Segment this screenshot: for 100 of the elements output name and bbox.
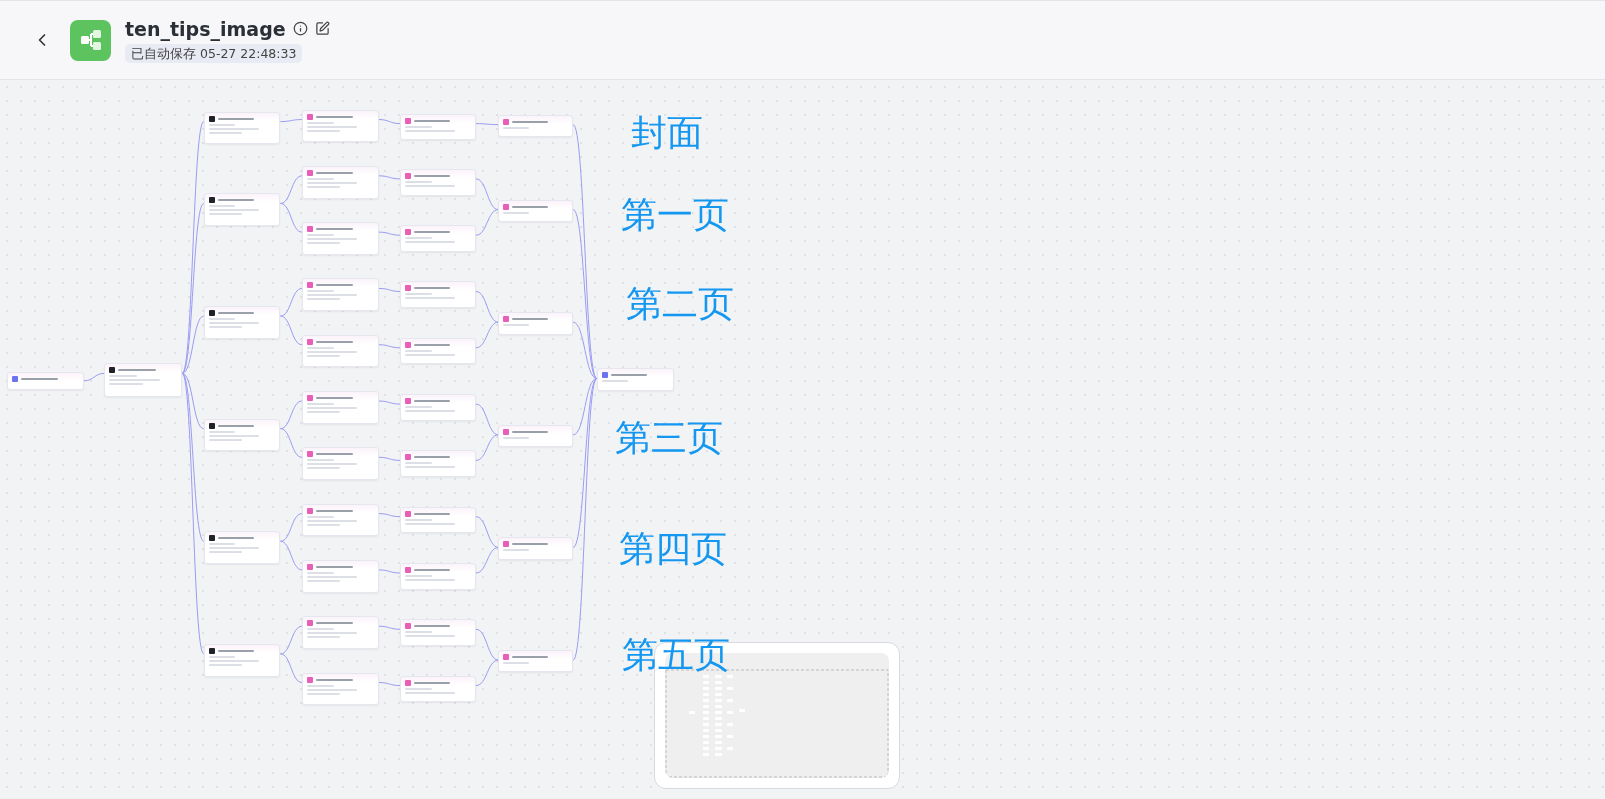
workflow-node[interactable] xyxy=(400,450,476,477)
workflow-node[interactable] xyxy=(301,616,379,649)
workflow-node[interactable] xyxy=(301,447,379,481)
workflow-node[interactable] xyxy=(498,649,574,673)
workflow-node[interactable] xyxy=(596,368,674,391)
workflow-node[interactable] xyxy=(400,675,476,703)
connector-line xyxy=(279,540,303,571)
node-type-icon xyxy=(306,676,313,683)
connector-line xyxy=(475,178,499,211)
workflow-node[interactable] xyxy=(498,114,574,138)
connector-line xyxy=(378,175,401,180)
workflow-node[interactable] xyxy=(498,537,574,560)
connector-line xyxy=(279,119,303,123)
node-type-icon xyxy=(503,428,510,435)
node-type-icon xyxy=(405,510,412,517)
edit-icon[interactable] xyxy=(314,21,330,36)
workflow-node[interactable] xyxy=(498,424,574,448)
connector-line xyxy=(378,287,401,292)
workflow-node[interactable] xyxy=(104,363,183,398)
node-type-icon xyxy=(208,535,215,542)
workflow-node[interactable] xyxy=(400,225,476,252)
connector-line xyxy=(378,569,401,574)
workflow-node[interactable] xyxy=(301,503,379,537)
connector-line xyxy=(378,344,401,349)
node-type-icon xyxy=(503,118,510,125)
workflow-node[interactable] xyxy=(498,199,574,223)
workflow-node[interactable] xyxy=(301,672,379,706)
info-icon[interactable] xyxy=(292,21,308,36)
workflow-node[interactable] xyxy=(301,559,379,593)
node-type-icon xyxy=(503,203,510,210)
workflow-title: ten_tips_image xyxy=(125,17,286,40)
node-type-icon xyxy=(503,316,510,323)
node-type-icon xyxy=(405,172,412,179)
node-type-icon xyxy=(208,115,215,122)
workflow-node[interactable] xyxy=(400,619,476,646)
workflow-node[interactable] xyxy=(301,222,379,255)
node-type-icon xyxy=(306,169,313,176)
node-type-icon xyxy=(405,229,412,236)
node-type-icon xyxy=(208,422,215,429)
node-type-icon xyxy=(208,310,215,317)
workflow-node[interactable] xyxy=(301,391,379,424)
node-type-icon xyxy=(601,372,608,379)
workflow-node[interactable] xyxy=(400,168,476,196)
node-type-icon xyxy=(12,375,19,382)
workflow-node[interactable] xyxy=(301,278,379,312)
workflow-node[interactable] xyxy=(400,113,476,141)
workflow-node[interactable] xyxy=(301,109,379,143)
workflow-node[interactable] xyxy=(203,418,281,452)
connector-line xyxy=(279,653,303,683)
workflow-node[interactable] xyxy=(203,111,281,145)
node-type-icon xyxy=(503,541,510,548)
connector-line xyxy=(279,175,303,204)
node-type-icon xyxy=(306,563,313,570)
workflow-node[interactable] xyxy=(203,193,281,227)
page-label: 第一页 xyxy=(620,192,729,237)
connector-line xyxy=(475,291,499,323)
connector-line xyxy=(378,456,401,461)
workflow-node[interactable] xyxy=(498,312,574,335)
connector-line xyxy=(475,516,499,548)
connector-line xyxy=(279,625,303,655)
node-type-icon xyxy=(306,507,313,514)
node-type-icon xyxy=(306,338,313,345)
page-label: 第四页 xyxy=(618,526,727,571)
workflow-node[interactable] xyxy=(400,281,476,309)
node-type-icon xyxy=(405,566,412,573)
workflow-node[interactable] xyxy=(7,371,84,390)
node-type-icon xyxy=(405,623,412,630)
connector-line xyxy=(378,400,401,405)
workflow-node[interactable] xyxy=(400,394,476,421)
workflow-node[interactable] xyxy=(203,306,281,339)
workflow-node[interactable] xyxy=(301,334,379,368)
node-type-icon xyxy=(208,647,215,654)
node-type-icon xyxy=(503,653,510,660)
connector-line xyxy=(475,659,499,687)
page-label: 第三页 xyxy=(615,415,724,460)
connector-line xyxy=(279,315,303,346)
workflow-node[interactable] xyxy=(203,531,281,564)
node-type-icon xyxy=(306,226,313,233)
node-type-icon xyxy=(405,398,412,405)
workflow-node[interactable] xyxy=(400,562,476,590)
connector-line xyxy=(475,403,499,436)
node-type-icon xyxy=(109,367,116,374)
node-type-icon xyxy=(208,197,215,204)
connector-line xyxy=(378,625,401,630)
node-type-icon xyxy=(405,285,412,292)
connector-line xyxy=(279,202,303,233)
workflow-logo-icon xyxy=(70,19,111,61)
connector-line xyxy=(475,546,499,574)
page-label: 封面 xyxy=(631,110,704,155)
connector-line xyxy=(378,513,401,518)
workflow-node[interactable] xyxy=(301,165,379,199)
page-label: 第五页 xyxy=(621,632,730,677)
connector-line xyxy=(279,513,303,542)
connector-line xyxy=(475,434,499,461)
connector-line xyxy=(475,123,499,126)
workflow-node[interactable] xyxy=(203,643,281,677)
workflow-node[interactable] xyxy=(400,337,476,365)
connector-line xyxy=(475,209,499,236)
workflow-node[interactable] xyxy=(400,506,476,534)
node-type-icon xyxy=(405,454,412,461)
